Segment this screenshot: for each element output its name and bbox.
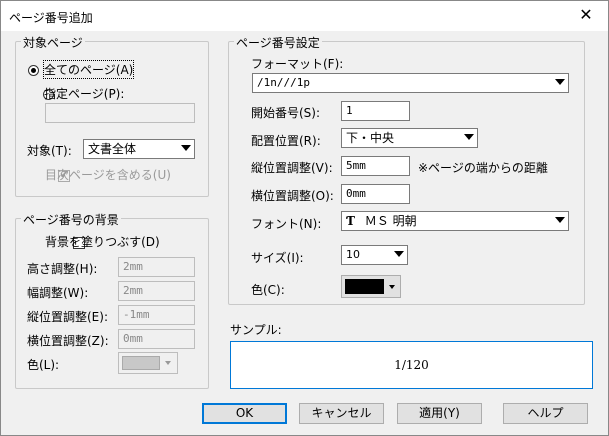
target-pages-legend: 対象ページ <box>21 34 85 51</box>
radio-all-pages-label[interactable]: 全てのページ(A) <box>42 60 135 79</box>
ok-button[interactable]: OK <box>202 403 287 424</box>
position-select[interactable]: 下・中央 <box>341 128 478 148</box>
chevron-down-icon <box>394 251 404 257</box>
bg-hpos-input[interactable]: 0mm <box>118 329 195 349</box>
position-label: 配置位置(R): <box>251 134 321 148</box>
help-button[interactable]: ヘルプ <box>503 403 588 424</box>
dialog-window: ページ番号追加 ✕ 対象ページ 全てのページ(A) 指定ページ(P): 対象(T… <box>0 0 609 436</box>
background-legend: ページ番号の背景 <box>21 211 121 228</box>
font-label: フォント(N): <box>251 217 322 231</box>
bg-vpos-input[interactable]: -1mm <box>118 305 195 325</box>
close-icon[interactable]: ✕ <box>576 5 596 25</box>
apply-button[interactable]: 適用(Y) <box>397 403 482 424</box>
sample-preview: 1/120 <box>230 341 593 389</box>
height-adjust-label: 高さ調整(H): <box>27 262 98 276</box>
title-bar[interactable]: ページ番号追加 ✕ <box>1 1 608 31</box>
height-adjust-input[interactable]: 2mm <box>118 257 195 277</box>
bg-color-swatch <box>122 356 160 370</box>
chevron-down-icon <box>181 145 191 151</box>
chevron-down-icon <box>555 217 565 223</box>
start-number-input[interactable]: 1 <box>341 101 410 121</box>
font-color-swatch <box>345 279 384 294</box>
chevron-down-icon <box>464 134 474 140</box>
horizontal-adjust-input[interactable]: 0mm <box>341 184 410 204</box>
sample-label: サンプル: <box>230 323 282 337</box>
bg-color-picker[interactable] <box>118 352 178 374</box>
font-color-picker[interactable] <box>341 275 401 298</box>
size-label: サイズ(I): <box>251 251 304 265</box>
bg-vpos-label: 縦位置調整(E): <box>27 310 108 324</box>
vertical-adjust-input[interactable]: 5mm <box>341 156 410 176</box>
horizontal-adjust-label: 横位置調整(O): <box>251 189 334 203</box>
size-select-value: 10 <box>346 248 360 261</box>
format-select[interactable]: /1n///1p <box>252 73 569 93</box>
truetype-font-icon: Ƭ <box>346 214 355 228</box>
radio-specified-pages-label[interactable]: 指定ページ(P): <box>44 85 124 102</box>
target-select[interactable]: 文書全体 <box>83 139 195 159</box>
position-select-value: 下・中央 <box>346 131 395 145</box>
font-select-value: ＭＳ 明朝 <box>364 214 417 228</box>
format-label: フォーマット(F): <box>251 57 344 71</box>
format-select-value: /1n///1p <box>257 76 310 89</box>
bg-color-label: 色(L): <box>27 358 60 372</box>
chevron-down-icon <box>389 285 395 289</box>
toc-checkbox-label[interactable]: 目次ページを含める(U) <box>45 166 171 183</box>
width-adjust-label: 幅調整(W): <box>27 286 89 300</box>
font-select[interactable]: Ƭ ＭＳ 明朝 <box>341 211 569 231</box>
page-number-settings-legend: ページ番号設定 <box>234 34 322 51</box>
width-adjust-input[interactable]: 2mm <box>118 281 195 301</box>
cancel-button[interactable]: キャンセル <box>299 403 384 424</box>
sample-preview-text: 1/120 <box>394 358 429 372</box>
start-number-label: 開始番号(S): <box>251 106 321 120</box>
target-label: 対象(T): <box>27 144 72 158</box>
target-select-value: 文書全体 <box>88 142 137 156</box>
fill-background-label[interactable]: 背景を塗りつぶす(D) <box>45 233 160 250</box>
size-select[interactable]: 10 <box>341 245 408 265</box>
vertical-adjust-note: ※ページの端からの距離 <box>418 161 548 175</box>
chevron-down-icon <box>165 361 171 365</box>
chevron-down-icon <box>555 79 565 85</box>
window-title: ページ番号追加 <box>9 11 93 25</box>
bg-hpos-label: 横位置調整(Z): <box>27 334 109 348</box>
vertical-adjust-label: 縦位置調整(V): <box>251 161 333 175</box>
font-color-label: 色(C): <box>251 283 285 297</box>
specified-pages-input[interactable] <box>45 103 195 123</box>
radio-all-pages[interactable] <box>28 65 39 76</box>
